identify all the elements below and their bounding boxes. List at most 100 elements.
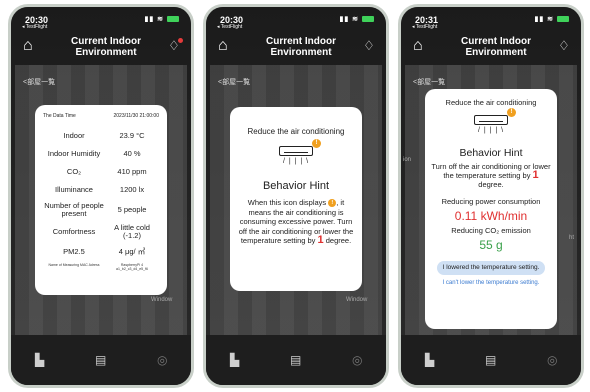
home-icon[interactable]: ⌂	[23, 38, 41, 54]
status-bar: 20:30 ◂ TestFlight ▮▮ ≋	[217, 15, 374, 30]
metric-label: CO₂	[66, 167, 82, 176]
datetime-value: 2023/11/30 21:00:00	[113, 113, 159, 119]
battery-icon	[167, 16, 179, 23]
metric-row: Indoor Humidity 40 %	[43, 145, 159, 163]
metric-label: Indoor	[63, 131, 85, 140]
battery-icon	[557, 16, 569, 23]
metric-value: 410 ppm	[117, 167, 147, 176]
hint-heading: Reduce the air conditioning	[247, 127, 345, 136]
metric-row: Indoor 23.9 °C	[43, 127, 159, 145]
tab-bar: ▙ ▤ ◎	[11, 335, 191, 385]
metric-row: PM2.5 4 μg/ ㎥	[43, 243, 159, 261]
tab-bar: ▙ ▤ ◎	[401, 335, 581, 385]
app-header: ⌂ Current Indoor Environment ♢	[11, 29, 191, 65]
behavior-hint-dialog: Reduce the air conditioning / | | | \ ! …	[230, 107, 362, 291]
hint-body: When this icon displays !, it means the …	[238, 198, 354, 246]
metric-row: CO₂ 410 ppm	[43, 163, 159, 181]
signal-wifi-battery: ▮▮ ≋	[535, 15, 569, 23]
home-icon[interactable]: ⌂	[218, 38, 236, 54]
hint-body-b: degree.	[478, 180, 504, 189]
metric-value: 4 μg/ ㎥	[118, 247, 146, 256]
status-bar: 20:31 ◂ TestFlight ▮▮ ≋	[412, 15, 569, 30]
degree-number: 1	[532, 169, 539, 181]
app-header: ⌂ Current Indoor Environment ♢	[401, 29, 581, 65]
air-conditioner-icon: / | | | \ !	[474, 108, 516, 137]
phone-screen-1: 20:30 ◂ TestFlight ▮▮ ≋ ⌂ Current Indoor…	[8, 4, 194, 388]
hint-body: Turn off the air conditioning or lower t…	[431, 162, 551, 189]
background-fragment: ion	[403, 157, 412, 163]
hint-title: Behavior Hint	[459, 147, 523, 159]
building-icon[interactable]: ▙	[230, 353, 239, 367]
warning-icon: !	[312, 139, 321, 148]
tab-bar: ▙ ▤ ◎	[206, 335, 386, 385]
lightbulb-icon[interactable]: ♢	[362, 38, 376, 54]
background-fragment: ht	[569, 235, 575, 241]
building-icon[interactable]: ▙	[35, 353, 44, 367]
metric-value: 1200 lx	[119, 185, 145, 194]
app-header: ⌂ Current Indoor Environment ♢	[206, 29, 386, 65]
datetime-label: The Data Time	[43, 113, 76, 119]
metric-value: A little cold (-1.2)	[114, 223, 150, 240]
lowered-temperature-button[interactable]: I lowered the temperature setting.	[437, 261, 545, 275]
power-value: 0.11 kWh/min	[454, 209, 528, 223]
phone-screen-2: 20:30 ◂ TestFlight ▮▮ ≋ ⌂ Current Indoor…	[203, 4, 389, 388]
home-icon[interactable]: ⌂	[413, 38, 431, 54]
metric-label: Indoor Humidity	[47, 149, 101, 158]
datetime-row: The Data Time 2023/11/30 21:00:00	[43, 113, 159, 119]
metric-label: PM2.5	[63, 247, 85, 256]
breadcrumb[interactable]: <部屋一覧	[23, 77, 55, 87]
building-icon[interactable]: ▙	[425, 353, 434, 367]
metric-row: Illuminance 1200 lx	[43, 181, 159, 199]
page-title: Current Indoor Environment	[437, 36, 555, 58]
clock-icon[interactable]: ◎	[547, 353, 557, 367]
signal-wifi-battery: ▮▮ ≋	[145, 15, 179, 23]
metric-value: 23.9 °C	[119, 131, 145, 140]
device-label: Name of Measuring MAC Adress	[48, 263, 100, 267]
co2-label: Reducing CO₂ emission	[451, 226, 531, 235]
hint-title: Behavior Hint	[262, 180, 330, 192]
cannot-lower-temperature-button[interactable]: I can't lower the temperature setting.	[431, 280, 551, 287]
background-fragment: Window	[151, 297, 173, 303]
device-value: RaspberryPi 4 a1_b2_c3_d4_e5_f6	[116, 263, 148, 271]
page-title: Current Indoor Environment	[242, 36, 360, 58]
status-bar: 20:30 ◂ TestFlight ▮▮ ≋	[22, 15, 179, 30]
air-conditioner-icon: / | | | \ !	[279, 139, 321, 168]
clock-icon[interactable]: ◎	[157, 353, 167, 367]
notification-dot	[178, 38, 183, 43]
breadcrumb[interactable]: <部屋一覧	[218, 77, 250, 87]
warning-icon: !	[507, 108, 516, 117]
page-title-line1: Current Indoor	[266, 36, 336, 47]
metric-label: Illuminance	[55, 185, 93, 194]
behavior-hint-result-dialog: Reduce the air conditioning / | | | \ ! …	[425, 89, 557, 329]
document-icon[interactable]: ▤	[95, 353, 106, 367]
metric-value: 40 %	[123, 149, 141, 158]
power-label: Reducing power consumption	[441, 197, 541, 206]
lightbulb-icon[interactable]: ♢	[557, 38, 571, 54]
hint-heading: Reduce the air conditioning	[445, 98, 537, 107]
co2-value: 55 g	[479, 238, 503, 252]
page-title-line1: Current Indoor	[71, 36, 141, 47]
document-icon[interactable]: ▤	[485, 353, 496, 367]
hint-body-c: degree.	[325, 236, 352, 245]
page-title: Current Indoor Environment	[47, 36, 165, 58]
degree-number: 1	[317, 234, 324, 246]
battery-icon	[362, 16, 374, 23]
clock-icon[interactable]: ◎	[352, 353, 362, 367]
hint-body-a: When this icon displays	[247, 198, 327, 207]
phone-screen-3: 20:31 ◂ TestFlight ▮▮ ≋ ⌂ Current Indoor…	[398, 4, 584, 388]
metric-row: Comfortness A little cold (-1.2)	[43, 221, 159, 243]
metric-row: Number of people present 5 people	[43, 199, 159, 221]
metric-label: Comfortness	[52, 227, 96, 236]
page-title-line2: Environment	[465, 47, 527, 58]
environment-detail-panel: The Data Time 2023/11/30 21:00:00 Indoor…	[35, 105, 167, 295]
page-title-line2: Environment	[75, 47, 137, 58]
breadcrumb[interactable]: <部屋一覧	[413, 77, 445, 87]
background-fragment: Window	[346, 297, 368, 303]
signal-wifi-battery: ▮▮ ≋	[340, 15, 374, 23]
page-title-line2: Environment	[270, 47, 332, 58]
page-title-line1: Current Indoor	[461, 36, 531, 47]
document-icon[interactable]: ▤	[290, 353, 301, 367]
metric-value: 5 people	[117, 205, 147, 214]
metric-label: Number of people present	[44, 201, 104, 218]
device-footer: Name of Measuring MAC Adress RaspberryPi…	[43, 263, 159, 271]
